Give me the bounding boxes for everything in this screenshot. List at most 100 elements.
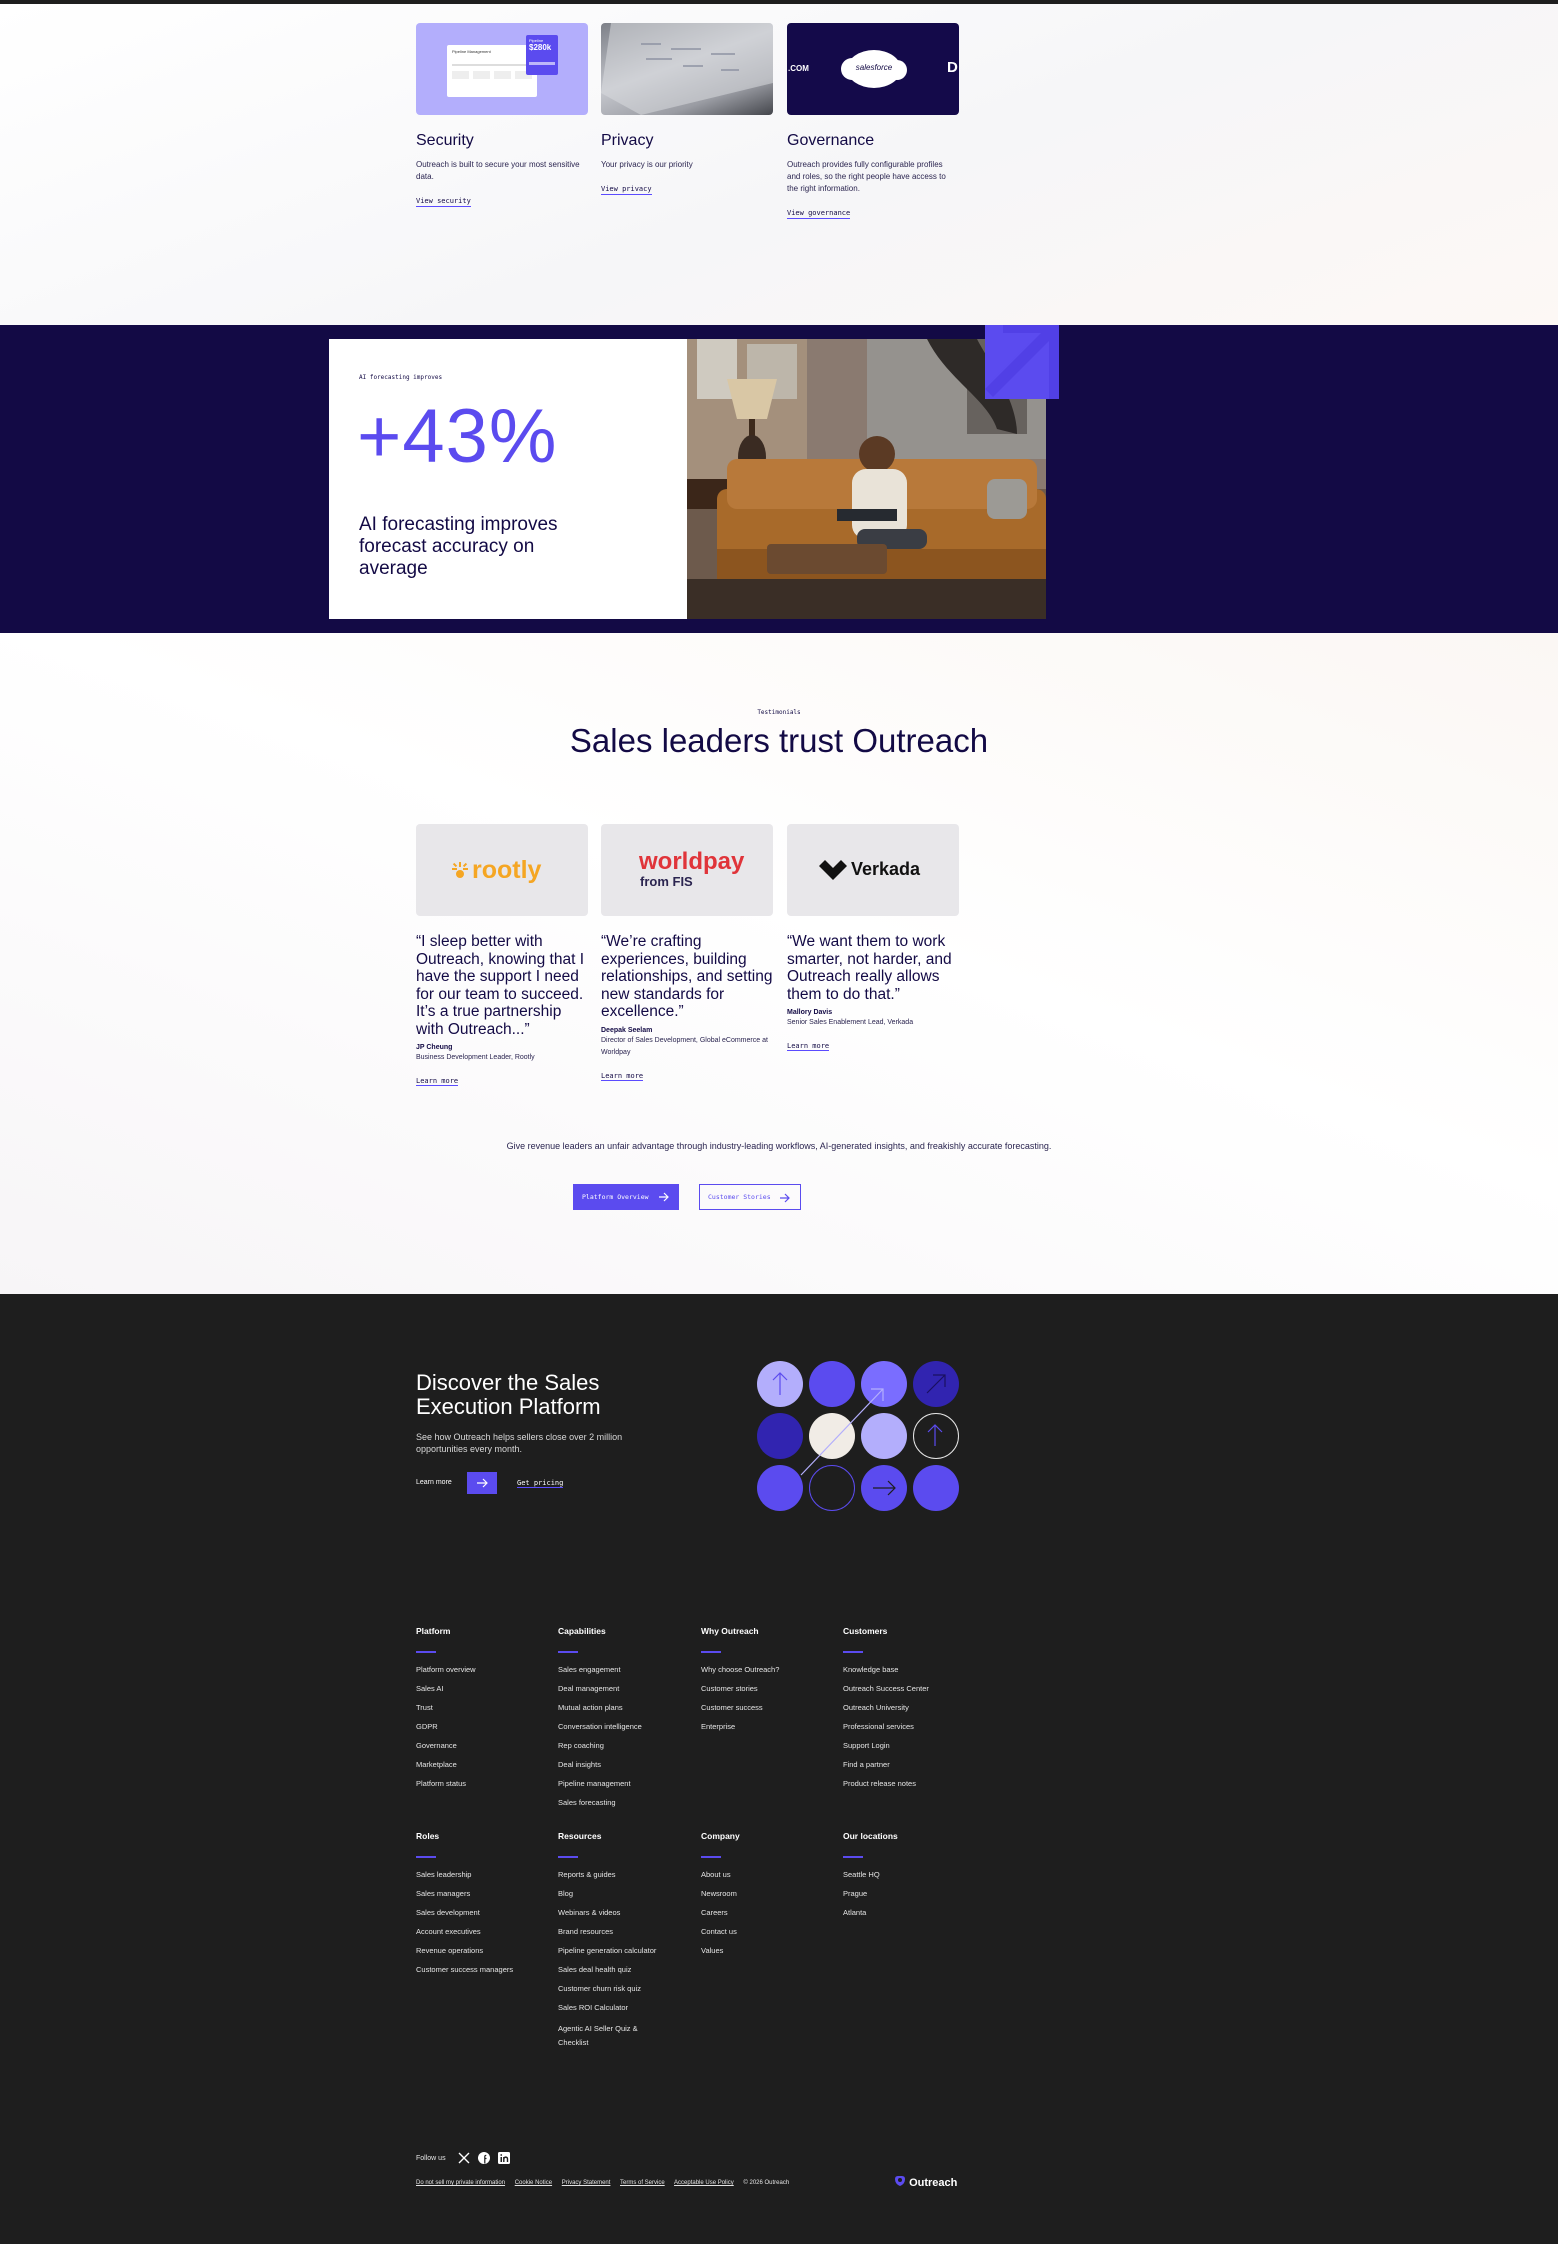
- terms-of-service-link[interactable]: Terms of Service: [620, 2180, 665, 2186]
- footer-link[interactable]: Support Login: [843, 1741, 983, 1750]
- footer-link[interactable]: Seattle HQ: [843, 1870, 983, 1879]
- learn-more-link[interactable]: Learn more: [787, 1042, 830, 1051]
- card-title: Security: [416, 132, 474, 149]
- footer-link[interactable]: Customer success: [701, 1703, 841, 1712]
- footer-link[interactable]: Governance: [416, 1741, 556, 1750]
- testimonial-name: JP Cheung: [416, 1044, 453, 1051]
- view-governance-link[interactable]: View governance: [787, 209, 851, 219]
- governance-thumbnail: .COM salesforce D: [787, 23, 959, 115]
- testimonial-role: Director of Sales Development, Global eC…: [601, 1036, 768, 1056]
- testimonials-eyebrow: Testimonials: [757, 709, 801, 716]
- button-label: Platform Overview: [582, 1193, 649, 1201]
- testimonials-heading: Sales leaders trust Outreach: [569, 722, 989, 759]
- salesforce-logo: salesforce: [841, 50, 907, 88]
- footer-link[interactable]: Knowledge base: [843, 1665, 983, 1674]
- get-pricing-link[interactable]: Get pricing: [517, 1479, 564, 1488]
- footer-link[interactable]: Account executives: [416, 1927, 556, 1936]
- copyright: © 2026 Outreach: [743, 2180, 790, 2186]
- circle: [913, 1465, 959, 1511]
- view-security-link[interactable]: View security: [416, 197, 471, 207]
- footer-link[interactable]: Customer success managers: [416, 1965, 556, 1974]
- button-label: Customer Stories: [708, 1193, 771, 1201]
- footer-link[interactable]: Reports & guides: [558, 1870, 698, 1879]
- footer-link[interactable]: Platform overview: [416, 1665, 556, 1674]
- outreach-logo[interactable]: Outreach: [894, 2175, 957, 2189]
- footer-link[interactable]: Blog: [558, 1889, 698, 1898]
- site-footer: Discover the Sales Execution Platform Se…: [0, 1294, 1558, 2244]
- platform-blurb: Give revenue leaders an unfair advantage…: [506, 1141, 1052, 1151]
- footer-link[interactable]: Professional services: [843, 1722, 983, 1731]
- footer-link[interactable]: Marketplace: [416, 1760, 556, 1769]
- security-thumbnail: Pipeline Management Pipeline $280k: [416, 23, 588, 115]
- footer-link[interactable]: GDPR: [416, 1722, 556, 1731]
- footer-link[interactable]: Prague: [843, 1889, 983, 1898]
- card-title: Privacy: [601, 132, 654, 149]
- footer-link[interactable]: Sales development: [416, 1908, 556, 1917]
- footer-link[interactable]: Conversation intelligence: [558, 1722, 698, 1731]
- footer-link[interactable]: Sales forecasting: [558, 1798, 698, 1807]
- footer-link[interactable]: Customer churn risk quiz: [558, 1984, 698, 1993]
- footer-link[interactable]: Find a partner: [843, 1760, 983, 1769]
- do-not-sell-link[interactable]: Do not sell my private information: [416, 2180, 505, 2186]
- footer-link[interactable]: Rep coaching: [558, 1741, 698, 1750]
- footer-link[interactable]: Trust: [416, 1703, 556, 1712]
- footer-link[interactable]: Platform status: [416, 1779, 556, 1788]
- footer-col-title: Resources: [558, 1831, 602, 1841]
- privacy-statement-link[interactable]: Privacy Statement: [562, 2180, 611, 2186]
- testimonials-section: Testimonials Sales leaders trust Outreac…: [0, 633, 1558, 1294]
- footer-link[interactable]: Pipeline generation calculator: [558, 1946, 698, 1955]
- footer-link[interactable]: Customer stories: [701, 1684, 841, 1693]
- footer-link[interactable]: Sales ROI Calculator: [558, 2003, 698, 2012]
- testimonial-role: Business Development Leader, Rootly: [416, 1054, 535, 1061]
- footer-link[interactable]: Why choose Outreach?: [701, 1665, 841, 1674]
- learn-more-arrow-button[interactable]: [467, 1472, 497, 1494]
- footer-link[interactable]: Pipeline management: [558, 1779, 698, 1788]
- footer-link[interactable]: Sales deal health quiz: [558, 1965, 698, 1974]
- connector-arrow-icon: [800, 1388, 884, 1476]
- footer-link[interactable]: Outreach Success Center: [843, 1684, 983, 1693]
- footer-link[interactable]: Deal management: [558, 1684, 698, 1693]
- footer-link[interactable]: Mutual action plans: [558, 1703, 698, 1712]
- footer-link[interactable]: Values: [701, 1946, 841, 1955]
- footer-link[interactable]: Sales leadership: [416, 1870, 556, 1879]
- platform-overview-button[interactable]: Platform Overview: [573, 1184, 679, 1210]
- footer-link[interactable]: Careers: [701, 1908, 841, 1917]
- learn-more-link[interactable]: Learn more: [416, 1077, 459, 1086]
- footer-link[interactable]: Sales managers: [416, 1889, 556, 1898]
- testimonial-role: Senior Sales Enablement Lead, Verkada: [787, 1019, 914, 1026]
- footer-link[interactable]: Brand resources: [558, 1927, 698, 1936]
- dashboard-panel-title: Pipeline Management: [452, 49, 491, 54]
- x-twitter-icon[interactable]: [457, 2151, 471, 2165]
- cookie-notice-link[interactable]: Cookie Notice: [515, 2180, 552, 2186]
- trust-section: Pipeline Management Pipeline $280k Secur…: [0, 4, 1558, 325]
- linkedin-icon[interactable]: [497, 2151, 511, 2165]
- learn-more-link[interactable]: Learn more: [601, 1072, 644, 1081]
- arrow-up-right-icon: [985, 325, 1059, 399]
- footer-link[interactable]: Product release notes: [843, 1779, 983, 1788]
- footer-link[interactable]: About us: [701, 1870, 841, 1879]
- footer-link[interactable]: Contact us: [701, 1927, 841, 1936]
- footer-link[interactable]: Sales engagement: [558, 1665, 698, 1674]
- footer-link[interactable]: Agentic AI Seller Quiz & Checklist: [558, 2022, 658, 2050]
- footer-link[interactable]: Deal insights: [558, 1760, 698, 1769]
- view-privacy-link[interactable]: View privacy: [601, 185, 652, 195]
- learn-more-label[interactable]: Learn more: [416, 1479, 452, 1486]
- acceptable-use-link[interactable]: Acceptable Use Policy: [674, 2180, 734, 2186]
- footer-link[interactable]: Sales AI: [416, 1684, 556, 1693]
- footer-col-platform: Platform Platform overview Sales AI Trus…: [416, 1626, 556, 1798]
- footer-link[interactable]: Enterprise: [701, 1722, 841, 1731]
- footer-link[interactable]: Newsroom: [701, 1889, 841, 1898]
- footer-col-title: Why Outreach: [701, 1626, 759, 1636]
- privacy-thumbnail: [601, 23, 773, 115]
- discover-body: See how Outreach helps sellers close ove…: [416, 1432, 623, 1454]
- trust-card-governance: .COM salesforce D Governance Outreach pr…: [787, 23, 959, 220]
- footer-link[interactable]: Webinars & videos: [558, 1908, 698, 1917]
- footer-link[interactable]: Atlanta: [843, 1908, 983, 1917]
- card-body: Outreach is built to secure your most se…: [416, 160, 580, 181]
- customer-stories-button[interactable]: Customer Stories: [699, 1184, 801, 1210]
- arrow-right-icon: [477, 1478, 488, 1488]
- footer-link[interactable]: Outreach University: [843, 1703, 983, 1712]
- verkada-logo: Verkada: [787, 824, 959, 916]
- footer-link[interactable]: Revenue operations: [416, 1946, 556, 1955]
- facebook-icon[interactable]: [477, 2151, 491, 2165]
